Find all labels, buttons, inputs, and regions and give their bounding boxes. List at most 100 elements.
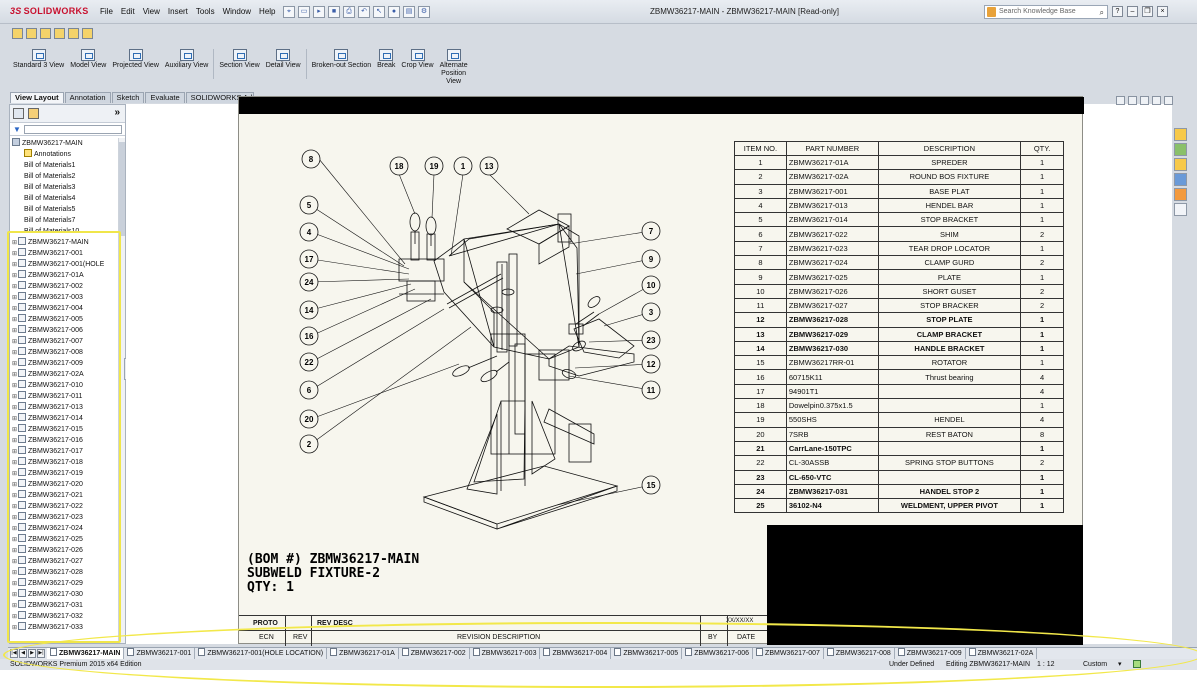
bom-row[interactable]: 15 ZBMW36217RR-01 ROTATOR 1 <box>734 355 1064 371</box>
sheet-icon[interactable] <box>26 28 37 39</box>
sheet-tab[interactable]: ZBMW36217-02A <box>966 648 1038 659</box>
sheet-tab[interactable]: ZBMW36217-007 <box>753 648 824 659</box>
tree-item-sheet[interactable]: ⊞ ZBMW36217-017 <box>10 446 118 457</box>
tree-item-sheet[interactable]: ⊞ ZBMW36217-032 <box>10 611 118 622</box>
restore-icon[interactable]: ❐ <box>1142 6 1153 17</box>
tree-item-sheet[interactable]: ⊞ ZBMW36217-022 <box>10 501 118 512</box>
tree-item-sheet[interactable]: ⊞ ZBMW36217-027 <box>10 556 118 567</box>
bom-row[interactable]: 7 ZBMW36217-023 TEAR DROP LOCATOR 1 <box>734 240 1064 257</box>
tree-item-sheet[interactable]: ⊞ ZBMW36217-002 <box>10 281 118 292</box>
bom-row[interactable]: 5 ZBMW36217-014 STOP BRACKET 1 <box>734 212 1064 228</box>
bom-row[interactable]: 3 ZBMW36217-001 BASE PLAT 1 <box>734 183 1064 199</box>
balloon-9[interactable]: 9 <box>641 249 661 269</box>
expand-arrow-icon[interactable]: » <box>114 107 120 118</box>
tree-item-sheet[interactable]: ⊞ ZBMW36217-011 <box>10 391 118 402</box>
tree-item-sheet[interactable]: ⊞ ZBMW36217-024 <box>10 523 118 534</box>
bom-row[interactable]: 24 ZBMW36217-031 HANDEL STOP 21 <box>734 483 1064 500</box>
bom-row[interactable]: 2 ZBMW36217-02A ROUND BOS FIXTURE 1 <box>734 169 1064 185</box>
tree-item-sheet[interactable]: ⊞ ZBMW36217-016 <box>10 435 118 446</box>
filter-input[interactable] <box>24 125 122 134</box>
tree-item-annotations[interactable]: Annotations <box>10 149 118 160</box>
bom-row[interactable]: 16 60715K11 Thrust bearing 4 <box>734 369 1064 385</box>
tree-item-sheet[interactable]: ⊞ ZBMW36217-010 <box>10 380 118 391</box>
tree-item-bom[interactable]: Bill of Materials5 <box>10 204 118 215</box>
balloon-3[interactable]: 3 <box>641 302 661 322</box>
tree-item-sheet[interactable]: ⊞ ZBMW36217-02A <box>10 369 118 380</box>
sheet-tab[interactable]: ZBMW36217-01A <box>327 648 399 659</box>
bom-row[interactable]: 11 ZBMW36217-027 STOP BRACKER 2 <box>734 297 1064 314</box>
sheet-tab[interactable]: ZBMW36217-005 <box>611 648 683 659</box>
tab-annotation[interactable]: Annotation <box>64 92 111 103</box>
bom-row[interactable]: 4 ZBMW36217-013 HENDEL BAR 1 <box>734 197 1064 214</box>
tree-item-sheet[interactable]: ⊞ ZBMW36217-013 <box>10 402 118 413</box>
units-selector[interactable]: Custom <box>1083 659 1107 670</box>
menu-file[interactable]: File <box>100 7 113 16</box>
scrollbar-thumb[interactable] <box>119 142 125 236</box>
tree-item-sheet[interactable]: ⊞ ZBMW36217-025 <box>10 534 118 545</box>
tree-scrollbar[interactable] <box>118 138 125 643</box>
balloon-16[interactable]: 16 <box>299 326 319 346</box>
undo-icon[interactable]: ↶ <box>358 6 370 18</box>
bom-row[interactable]: 9 ZBMW36217-025 PLATE 1 <box>734 269 1064 285</box>
tree-item-sheet[interactable]: ⊞ ZBMW36217-007 <box>10 336 118 347</box>
bom-row[interactable]: 1 ZBMW36217-01A SPREDER 1 <box>734 154 1064 171</box>
save-icon[interactable]: ■ <box>328 6 340 18</box>
sheet-tab[interactable]: ZBMW36217-003 <box>470 648 541 659</box>
bom-row[interactable]: 17 94901T1 4 <box>734 383 1064 400</box>
menu-view[interactable]: View <box>143 7 160 16</box>
bom-row[interactable]: 8 ZBMW36217-024 CLAMP GURD 2 <box>734 255 1064 271</box>
list-icon[interactable] <box>54 28 65 39</box>
alternate-position-view-button[interactable]: Alternate Position View <box>437 49 471 86</box>
balloon-7[interactable]: 7 <box>641 221 661 241</box>
menu-insert[interactable]: Insert <box>168 7 188 16</box>
sheet-tab[interactable]: ZBMW36217-MAIN <box>47 648 125 659</box>
tree-item-sheet[interactable]: ⊞ ZBMW36217-003 <box>10 292 118 303</box>
tree-item-sheet[interactable]: ⊞ ZBMW36217-021 <box>10 490 118 501</box>
menu-help[interactable]: Help <box>259 7 275 16</box>
broken-out-section-button[interactable]: Broken-out Section <box>309 49 375 86</box>
bom-row[interactable]: 10 ZBMW36217-026 SHORT GUSET 2 <box>734 283 1064 299</box>
tree-item-sheet[interactable]: ⊞ ZBMW36217-026 <box>10 545 118 556</box>
last-sheet-icon[interactable]: ▶| <box>37 649 45 658</box>
viewport-icon[interactable] <box>1128 96 1137 105</box>
tree-item-sheet[interactable]: ⊞ ZBMW36217-001 <box>10 248 118 259</box>
tree-item-bom[interactable]: Bill of Materials7 <box>10 215 118 226</box>
projected-view-button[interactable]: Projected View <box>109 49 162 86</box>
assembly-drawing-view[interactable]: 8 18 19 1 13 5 4 17 24 14 16 22 6 20 2 7… <box>239 114 709 544</box>
bom-row[interactable]: 19 550SHS HENDEL 4 <box>734 412 1064 428</box>
tab-sketch[interactable]: Sketch <box>111 92 145 103</box>
solidworks-resources-icon[interactable] <box>1174 128 1187 141</box>
restore-icon[interactable] <box>1152 96 1161 105</box>
tree-item-sheet[interactable]: ⊞ ZBMW36217-014 <box>10 413 118 424</box>
units-dropdown-icon[interactable]: ▾ <box>1118 659 1122 670</box>
tree-item-bom[interactable]: Bill of Materials2 <box>10 171 118 182</box>
bom-row[interactable]: 18 Dowelpin0.375x1.5 1 <box>734 398 1064 414</box>
menu-tools[interactable]: Tools <box>196 7 215 16</box>
tab-view-layout[interactable]: View Layout <box>10 92 64 103</box>
close-icon[interactable]: × <box>1157 6 1168 17</box>
magnifier-icon[interactable]: ⌕ <box>1100 7 1104 19</box>
detail-view-button[interactable]: Detail View <box>263 49 304 86</box>
prev-sheet-icon[interactable]: ◀ <box>19 649 27 658</box>
sheet-tab[interactable]: ZBMW36217-008 <box>824 648 895 659</box>
menu-edit[interactable]: Edit <box>121 7 135 16</box>
help-status-icon[interactable] <box>1133 660 1141 668</box>
balloon-22[interactable]: 22 <box>299 352 319 372</box>
balloon-19[interactable]: 19 <box>424 156 444 176</box>
balloon-18[interactable]: 18 <box>389 156 409 176</box>
open-folder-icon[interactable]: ▸ <box>313 6 325 18</box>
sheet-tab[interactable]: ZBMW36217-002 <box>399 648 470 659</box>
sheet-tab[interactable]: ZBMW36217-009 <box>895 648 966 659</box>
rebuild-icon[interactable]: ● <box>388 6 400 18</box>
sheet-tab[interactable]: ZBMW36217-004 <box>540 648 612 659</box>
tree-item-sheet[interactable]: ⊞ ZBMW36217-005 <box>10 314 118 325</box>
bom-row[interactable]: 12 ZBMW36217-028 STOP PLATE 1 <box>734 312 1064 328</box>
viewport-icon[interactable] <box>1116 96 1125 105</box>
format-icon[interactable] <box>82 28 93 39</box>
drawing-sheet[interactable]: 8 18 19 1 13 5 4 17 24 14 16 22 6 20 2 7… <box>238 96 1084 646</box>
appearances-icon[interactable] <box>1174 188 1187 201</box>
tree-item-sheet[interactable]: ⊞ ZBMW36217-033 <box>10 622 118 633</box>
tree-item-sheet[interactable]: ⊞ ZBMW36217-020 <box>10 479 118 490</box>
bom-row[interactable]: 21 CarrLane-150TPC 1 <box>734 440 1064 457</box>
tree-item-sheet[interactable]: ⊞ ZBMW36217-01A <box>10 270 118 281</box>
